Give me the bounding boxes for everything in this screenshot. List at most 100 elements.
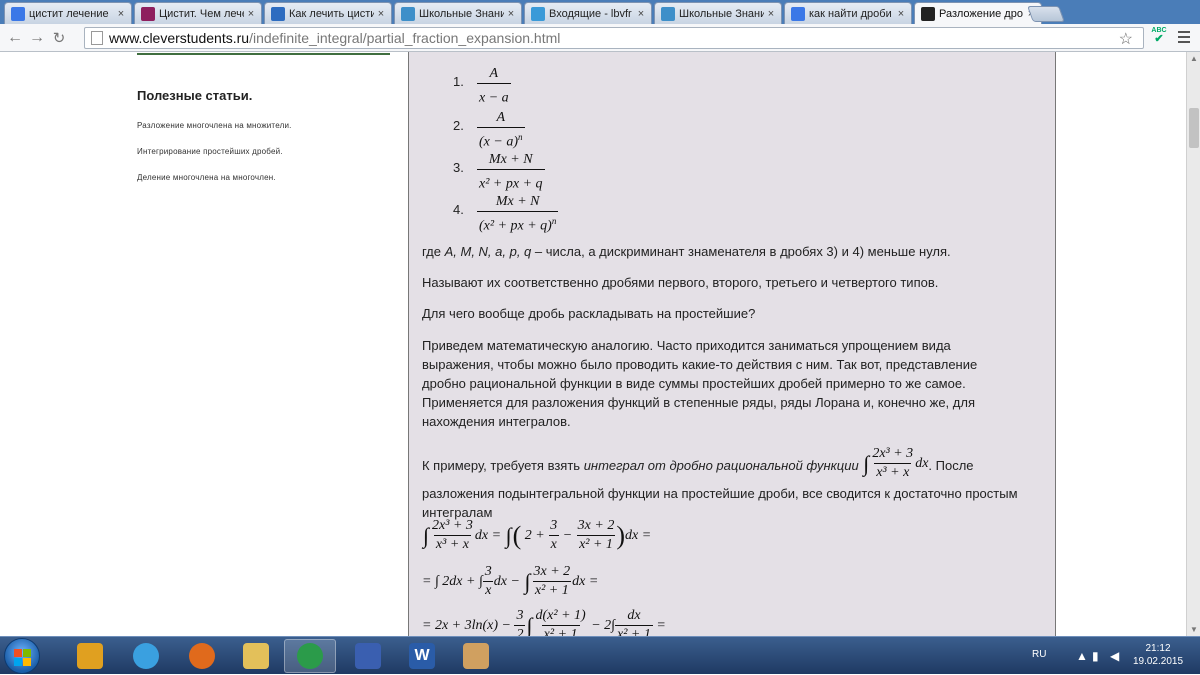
page-scrollbar[interactable]: ▲ ▼ <box>1186 52 1200 636</box>
article-content: 1. Ax − a 2. A (x − a)n 3. Mx + Nx² + px + q 4.… <box>408 52 1056 636</box>
tab-strip: цистит лечение × Цистит. Чем лече × Как лечи… <box>0 0 1200 24</box>
tab-5[interactable]: Входящие - lbvfr × <box>524 2 652 24</box>
sidebar-link-factoring[interactable]: Разложение многочлена на множители. <box>137 121 397 130</box>
taskbar-firefox[interactable] <box>176 639 228 673</box>
fraction-denominator: (x − a) <box>479 134 518 150</box>
tray-arrow-icon[interactable]: ▲ <box>1076 649 1088 663</box>
reload-icon[interactable]: ↻ <box>48 29 70 47</box>
taskbar-shield[interactable] <box>342 639 394 673</box>
tab-title: Разложение дро <box>939 7 1023 20</box>
language-indicator[interactable]: RU <box>1032 649 1046 660</box>
d3-f2-den: x² + 1 <box>541 625 580 636</box>
spellcheck-extension-icon[interactable]: ABC ✔ <box>1148 26 1170 48</box>
derivation-line-1: ∫ 2x³ + 3 x³ + x dx = ∫( 2 + 3x − 3x + 2x… <box>423 518 652 552</box>
d3-b: − 2∫ <box>591 617 615 633</box>
new-tab-button[interactable] <box>1027 6 1065 22</box>
fraction-type-1: Ax − a <box>477 66 511 107</box>
chrome-menu-icon[interactable] <box>1176 30 1192 44</box>
d1-f1-num: 3 <box>550 518 558 533</box>
d3-f3-den: x² + 1 <box>615 625 653 636</box>
taskbar-chrome[interactable] <box>284 639 336 673</box>
p1-pre: где <box>422 244 445 259</box>
tab-1[interactable]: цистит лечение × <box>4 2 132 24</box>
scroll-thumb[interactable] <box>1189 108 1199 148</box>
windows-taskbar: W RU ▲ ▮ ◀ 21:12 19.02.2015 <box>0 636 1200 674</box>
d2-a: = ∫ 2dx + ∫ <box>422 573 483 589</box>
tab-3[interactable]: Как лечить цисти × <box>264 2 392 24</box>
tab-title: Цистит. Чем лече <box>159 7 244 20</box>
fraction-numerator: A <box>496 110 506 125</box>
fraction-exponent: n <box>518 132 523 142</box>
shield-icon <box>355 643 381 669</box>
tab-4[interactable]: Школьные Знани × <box>394 2 522 24</box>
fraction-denominator: x − a <box>479 90 509 106</box>
url-host: www.cleverstudents.ru <box>109 30 250 46</box>
d2-eq: = <box>588 573 599 589</box>
system-tray: RU ▲ ▮ ◀ 21:12 19.02.2015 <box>1030 637 1200 675</box>
ie-ring-icon <box>133 643 159 669</box>
taskbar-word[interactable]: W <box>396 639 448 673</box>
d2-dx2: dx <box>572 573 586 589</box>
fraction-numerator: A <box>489 66 499 81</box>
tab-6[interactable]: Школьные Знани × <box>654 2 782 24</box>
p5-link[interactable]: интеграл от дробно рациональной функции <box>584 458 859 473</box>
scroll-up-icon[interactable]: ▲ <box>1190 54 1198 63</box>
tab-2[interactable]: Цистит. Чем лече × <box>134 2 262 24</box>
sidebar-link-integration[interactable]: Интегрирование простейших дробей. <box>137 147 397 156</box>
close-tab-icon[interactable]: × <box>374 8 388 20</box>
d1-f2-num: 3x + 2 <box>577 518 615 533</box>
web-page: Полезные статьи. Разложение многочлена н… <box>0 52 1186 636</box>
close-tab-icon[interactable]: × <box>634 8 648 20</box>
address-bar[interactable]: www.cleverstudents.ru/indefinite_integra… <box>84 27 1144 49</box>
znanija-icon <box>661 6 675 21</box>
explorer-icon <box>243 643 269 669</box>
close-tab-icon[interactable]: × <box>114 8 128 20</box>
example-integral: ∫ 2x³ + 3 x³ + x dx <box>863 446 929 480</box>
taskbar-winamp[interactable] <box>64 639 116 673</box>
firefox-icon <box>189 643 215 669</box>
google-icon <box>11 6 25 21</box>
network-icon[interactable]: ▮ <box>1092 649 1099 663</box>
forward-icon[interactable]: → <box>26 29 48 47</box>
tab-8[interactable]: Разложение дро× <box>914 2 1042 24</box>
int-dx: dx <box>915 456 929 471</box>
fraction-numerator: Mx + N <box>495 194 540 209</box>
close-tab-icon[interactable]: × <box>764 8 778 20</box>
d1-dx: dx <box>474 527 489 543</box>
p5-pre: К примеру, требуетя взять <box>422 457 584 473</box>
d2-f1-den: x <box>483 581 494 598</box>
d2-f1-num: 3 <box>484 564 492 579</box>
taskbar-paint[interactable] <box>450 639 502 673</box>
w-icon <box>141 6 155 21</box>
tab-title: Школьные Знани <box>419 7 504 20</box>
scroll-down-icon[interactable]: ▼ <box>1190 625 1198 634</box>
bookmark-star-icon[interactable]: ☆ <box>1119 29 1133 49</box>
sidebar-heading: Полезные статьи. <box>137 88 253 103</box>
p1-post: – числа, а дискриминант знаменателя в др… <box>531 244 951 259</box>
back-icon[interactable]: ← <box>4 29 26 47</box>
volume-icon[interactable]: ◀ <box>1110 649 1119 663</box>
close-tab-icon[interactable]: × <box>894 8 908 20</box>
sidebar: Полезные статьи. Разложение многочлена н… <box>137 52 397 182</box>
clock-time: 21:12 <box>1145 643 1171 654</box>
winamp-icon <box>77 643 103 669</box>
paragraph-example: К примеру, требуетя взять интеграл от др… <box>422 446 1042 484</box>
derivation-line-2: = ∫ 2dx + ∫ 3x dx − ∫ 3x + 2 x² + 1 dx = <box>422 564 599 598</box>
clock[interactable]: 21:12 19.02.2015 <box>1130 642 1186 668</box>
taskbar-ie-ring[interactable] <box>120 639 172 673</box>
chrome-icon <box>297 643 323 669</box>
page-icon <box>91 31 103 45</box>
close-tab-icon[interactable]: × <box>504 8 518 20</box>
p1-vars: A, M, N, a, p, q <box>444 244 532 259</box>
sidebar-link-division[interactable]: Деление многочлена на многочлен. <box>137 173 397 182</box>
fraction-number: 4. <box>453 202 464 217</box>
d1-num: 2x³ + 3 <box>432 518 473 533</box>
paragraph-simple-integrals: разложения подынтегральной функции на пр… <box>422 486 1018 520</box>
taskbar-explorer[interactable] <box>230 639 282 673</box>
close-tab-icon[interactable]: × <box>244 8 258 20</box>
d1-eq: = <box>641 527 652 543</box>
sidebar-divider <box>137 53 390 55</box>
tab-7[interactable]: как найти дроби × <box>784 2 912 24</box>
start-button[interactable] <box>4 638 40 674</box>
fraction-number: 3. <box>453 160 464 175</box>
